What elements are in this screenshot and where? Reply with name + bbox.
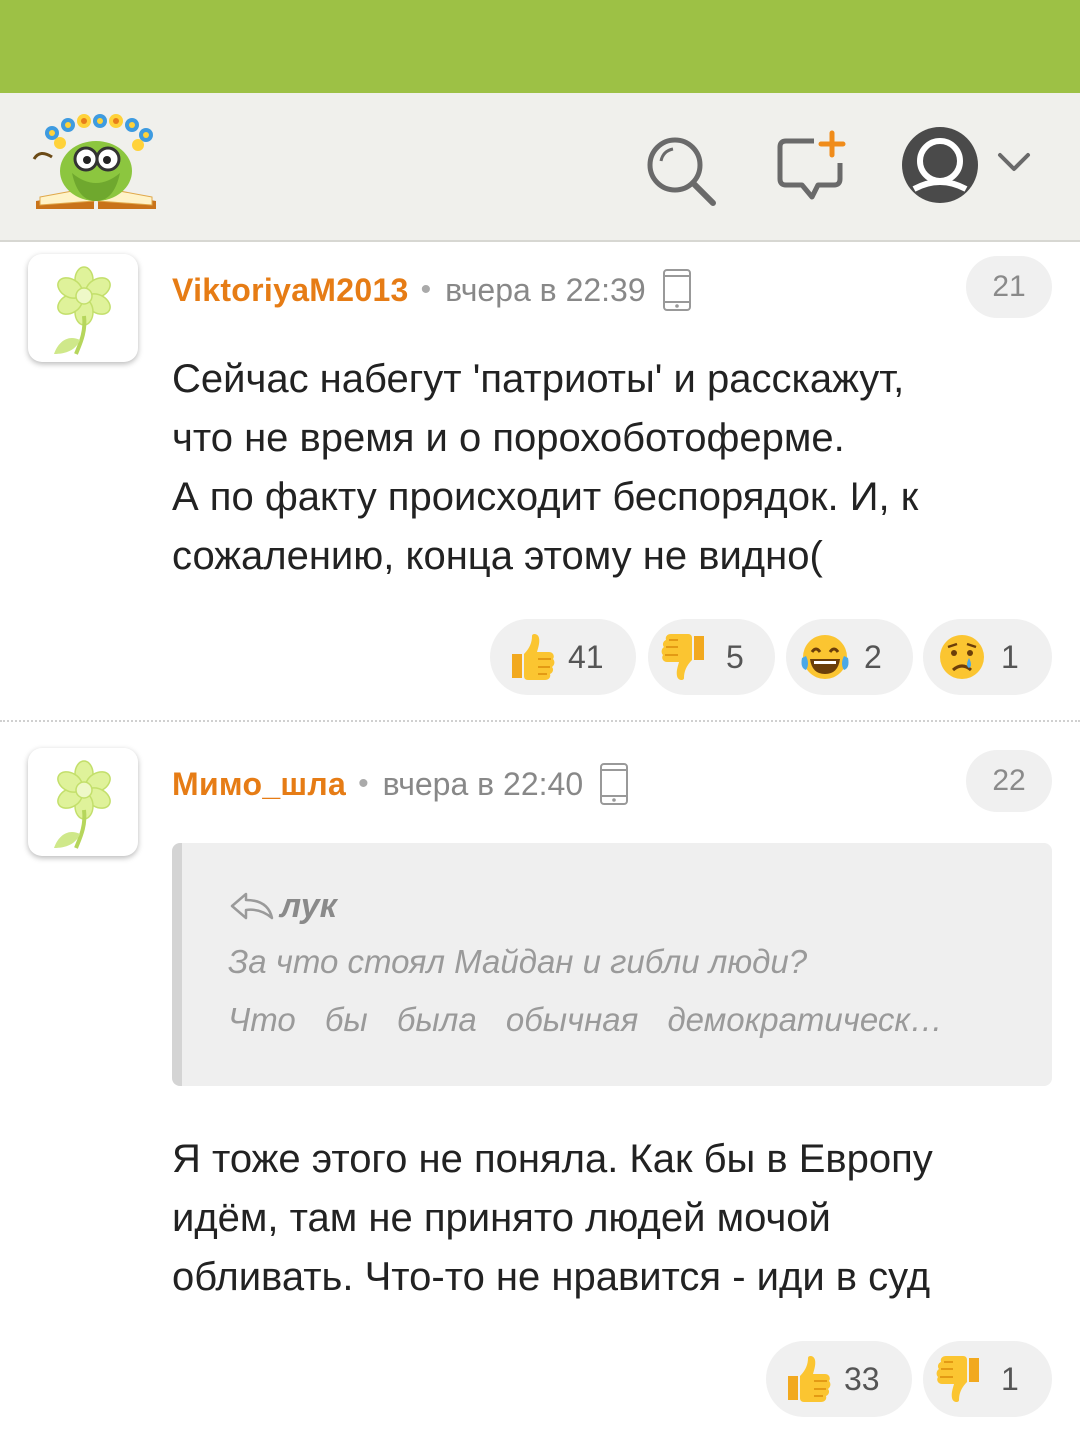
comment-time[interactable]: вчера в 22:40	[383, 766, 583, 803]
thumbs-up-icon	[778, 1352, 832, 1406]
reaction-like-button[interactable]: 33	[766, 1341, 912, 1417]
reaction-cry-button[interactable]: 1	[923, 619, 1052, 695]
user-avatar[interactable]	[28, 748, 138, 856]
comment-time[interactable]: вчера в 22:39	[445, 272, 645, 309]
reaction-count: 2	[864, 638, 882, 675]
quote-author: лук	[228, 881, 337, 931]
separator-dot: •	[358, 767, 369, 800]
comment-header: ViktoriyaM2013 • вчера в 22:39	[172, 265, 692, 315]
comment-text-line: что не время и о порохоботоферме.	[172, 416, 845, 460]
comment-text-line: идём, там не принято людей мочой	[172, 1196, 831, 1240]
quoted-comment[interactable]: лук За что стоял Майдан и гибли люди? Чт…	[172, 843, 1052, 1086]
status-bar	[0, 0, 1080, 93]
new-comment-icon	[777, 130, 846, 200]
reaction-count: 41	[568, 638, 604, 675]
thumbs-down-icon	[660, 630, 714, 684]
separator-dot: •	[420, 273, 432, 306]
comment-username[interactable]: Мимо_шла	[172, 766, 346, 803]
reply-arrow-icon	[230, 892, 274, 920]
comment-text-line: А по факту происходит беспорядок. И, к	[172, 475, 919, 519]
comment-text-line: Сейчас набегут 'патриоты' и расскажут,	[172, 357, 905, 401]
site-mascot-logo[interactable]	[32, 113, 160, 213]
mobile-phone-icon	[599, 762, 629, 806]
reaction-laugh-button[interactable]: 2	[786, 619, 913, 695]
reaction-count: 33	[844, 1360, 880, 1397]
comment-text-line: сожалению, конца этому не видно(	[172, 534, 823, 578]
thumbs-up-icon	[502, 630, 556, 684]
reaction-dislike-button[interactable]: 5	[648, 619, 775, 695]
quote-text-line: Что бы была обычная демократическ…	[228, 1001, 943, 1038]
quote-author-name: лук	[280, 886, 337, 925]
user-menu-chevron[interactable]	[994, 147, 1034, 177]
comment-number[interactable]: 21	[966, 256, 1052, 318]
app-header	[0, 93, 1080, 242]
laughing-face-icon	[798, 630, 852, 684]
search-icon	[647, 137, 716, 206]
comment-number[interactable]: 22	[966, 750, 1052, 812]
user-menu-button[interactable]	[900, 123, 984, 207]
comment-text-line: Я тоже этого не поняла. Как бы в Европу	[172, 1137, 933, 1181]
comment-text: Я тоже этого не поняла. Как бы в Европу …	[172, 1130, 1052, 1307]
reaction-count: 5	[726, 638, 744, 675]
quote-text-line: За что стоял Майдан и гибли люди?	[228, 943, 808, 980]
comment-text: Сейчас набегут 'патриоты' и расскажут, ч…	[172, 350, 1052, 586]
user-avatar[interactable]	[28, 254, 138, 362]
chevron-down-icon	[998, 153, 1030, 171]
thumbs-down-icon	[935, 1352, 989, 1406]
new-comment-button[interactable]	[774, 129, 850, 201]
user-avatar-icon	[902, 127, 978, 203]
comment-text-line: обливать. Что-то не нравится - иди в суд	[172, 1255, 931, 1299]
reaction-dislike-button[interactable]: 1	[923, 1341, 1052, 1417]
flower-avatar-icon	[28, 748, 138, 856]
mobile-phone-icon	[662, 268, 692, 312]
reaction-count: 1	[1001, 638, 1019, 675]
comment-username[interactable]: ViktoriyaM2013	[172, 272, 409, 309]
comment: ViktoriyaM2013 • вчера в 22:39 21 Сейчас…	[0, 242, 1080, 722]
flower-avatar-icon	[28, 254, 138, 362]
comment-header: Мимо_шла • вчера в 22:40	[172, 759, 629, 809]
comment: Мимо_шла • вчера в 22:40 22 лук За что с…	[0, 722, 1080, 1451]
reaction-count: 1	[1001, 1360, 1019, 1397]
reaction-like-button[interactable]: 41	[490, 619, 636, 695]
crying-face-icon	[935, 630, 989, 684]
search-button[interactable]	[643, 133, 717, 207]
